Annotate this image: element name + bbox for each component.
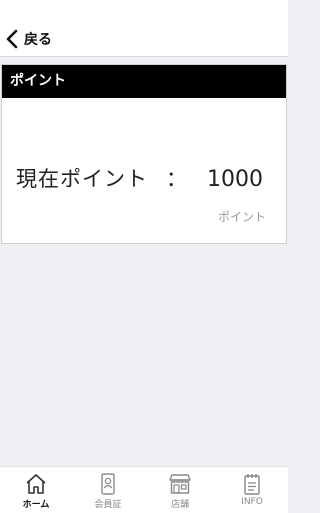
points-separator: ： xyxy=(166,167,187,191)
tab-member-card[interactable]: 会員証 xyxy=(72,467,144,513)
tab-bar: ホーム 会員証 店舗 INFO xyxy=(0,466,288,513)
points-card-title: ポイント xyxy=(2,65,286,98)
tab-home[interactable]: ホーム xyxy=(0,467,72,513)
tab-store-label: 店舗 xyxy=(170,500,189,510)
points-card: ポイント 現在ポイント ： 1000 ポイント xyxy=(1,64,287,244)
points-row: 現在ポイント ： 1000 xyxy=(16,163,263,193)
tab-home-label: ホーム xyxy=(22,500,50,510)
back-label: 戻る xyxy=(24,32,52,48)
tab-info-label: INFO xyxy=(241,497,263,507)
current-points-label: 現在ポイント xyxy=(16,167,148,191)
points-value: 1000 xyxy=(207,167,263,192)
tab-member-card-label: 会員証 xyxy=(94,500,122,510)
member-card-icon xyxy=(96,473,120,495)
header-bar: 戻る xyxy=(0,0,288,57)
store-icon xyxy=(168,473,192,495)
tab-info[interactable]: INFO xyxy=(216,467,288,513)
chevron-left-icon xyxy=(6,29,18,49)
points-unit: ポイント xyxy=(217,210,266,224)
notepad-icon xyxy=(240,473,264,495)
home-icon xyxy=(24,473,48,495)
back-button[interactable]: 戻る xyxy=(6,24,52,54)
tab-store[interactable]: 店舗 xyxy=(144,467,216,513)
